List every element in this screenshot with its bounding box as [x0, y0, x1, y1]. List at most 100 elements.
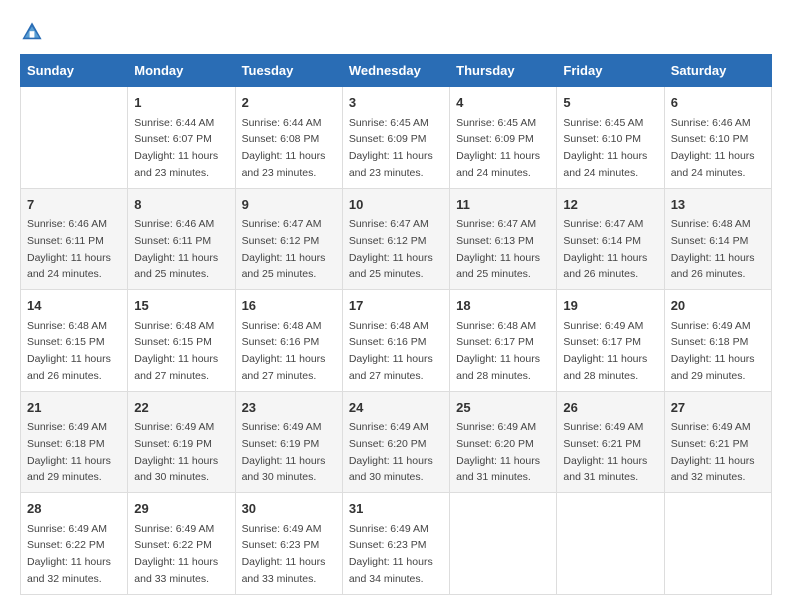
- day-number: 25: [456, 398, 550, 418]
- day-number: 1: [134, 93, 228, 113]
- day-info: Sunrise: 6:45 AM Sunset: 6:10 PM Dayligh…: [563, 117, 647, 179]
- calendar-cell: 18 Sunrise: 6:48 AM Sunset: 6:17 PM Dayli…: [450, 290, 557, 392]
- day-number: 18: [456, 296, 550, 316]
- day-info: Sunrise: 6:49 AM Sunset: 6:21 PM Dayligh…: [671, 421, 755, 483]
- day-number: 24: [349, 398, 443, 418]
- day-number: 10: [349, 195, 443, 215]
- day-info: Sunrise: 6:47 AM Sunset: 6:13 PM Dayligh…: [456, 218, 540, 280]
- week-row-2: 14 Sunrise: 6:48 AM Sunset: 6:15 PM Dayli…: [21, 290, 772, 392]
- day-info: Sunrise: 6:47 AM Sunset: 6:12 PM Dayligh…: [242, 218, 326, 280]
- logo-icon: [20, 20, 44, 44]
- calendar-cell: 1 Sunrise: 6:44 AM Sunset: 6:07 PM Daylig…: [128, 87, 235, 189]
- day-info: Sunrise: 6:49 AM Sunset: 6:18 PM Dayligh…: [27, 421, 111, 483]
- week-row-1: 7 Sunrise: 6:46 AM Sunset: 6:11 PM Daylig…: [21, 188, 772, 290]
- day-number: 14: [27, 296, 121, 316]
- calendar-cell: 12 Sunrise: 6:47 AM Sunset: 6:14 PM Dayli…: [557, 188, 664, 290]
- calendar-cell: 25 Sunrise: 6:49 AM Sunset: 6:20 PM Dayli…: [450, 391, 557, 493]
- header-cell-monday: Monday: [128, 55, 235, 87]
- day-number: 13: [671, 195, 765, 215]
- day-info: Sunrise: 6:46 AM Sunset: 6:11 PM Dayligh…: [134, 218, 218, 280]
- header-cell-thursday: Thursday: [450, 55, 557, 87]
- calendar-cell: 24 Sunrise: 6:49 AM Sunset: 6:20 PM Dayli…: [342, 391, 449, 493]
- day-info: Sunrise: 6:44 AM Sunset: 6:07 PM Dayligh…: [134, 117, 218, 179]
- day-number: 7: [27, 195, 121, 215]
- day-number: 9: [242, 195, 336, 215]
- day-info: Sunrise: 6:48 AM Sunset: 6:17 PM Dayligh…: [456, 320, 540, 382]
- calendar-cell: 16Sunrise: 6:48 AM Sunset: 6:16 PM Dayli…: [235, 290, 342, 392]
- week-row-3: 21 Sunrise: 6:49 AM Sunset: 6:18 PM Dayli…: [21, 391, 772, 493]
- calendar-cell: [664, 493, 771, 595]
- day-number: 22: [134, 398, 228, 418]
- day-number: 26: [563, 398, 657, 418]
- day-number: 30: [242, 499, 336, 519]
- header-row: SundayMondayTuesdayWednesdayThursdayFrid…: [21, 55, 772, 87]
- day-number: 29: [134, 499, 228, 519]
- calendar-cell: 17Sunrise: 6:48 AM Sunset: 6:16 PM Dayli…: [342, 290, 449, 392]
- day-info: Sunrise: 6:49 AM Sunset: 6:18 PM Dayligh…: [671, 320, 755, 382]
- calendar-cell: 20Sunrise: 6:49 AM Sunset: 6:18 PM Dayli…: [664, 290, 771, 392]
- week-row-0: 1 Sunrise: 6:44 AM Sunset: 6:07 PM Daylig…: [21, 87, 772, 189]
- calendar-cell: 5 Sunrise: 6:45 AM Sunset: 6:10 PM Daylig…: [557, 87, 664, 189]
- header-cell-sunday: Sunday: [21, 55, 128, 87]
- calendar-cell: [450, 493, 557, 595]
- day-number: 31: [349, 499, 443, 519]
- day-number: 5: [563, 93, 657, 113]
- calendar-cell: 29 Sunrise: 6:49 AM Sunset: 6:22 PM Dayli…: [128, 493, 235, 595]
- day-number: 12: [563, 195, 657, 215]
- day-info: Sunrise: 6:48 AM Sunset: 6:15 PM Dayligh…: [27, 320, 111, 382]
- day-info: Sunrise: 6:49 AM Sunset: 6:23 PM Dayligh…: [349, 523, 433, 585]
- calendar-cell: 9 Sunrise: 6:47 AM Sunset: 6:12 PM Daylig…: [235, 188, 342, 290]
- day-info: Sunrise: 6:44 AM Sunset: 6:08 PM Dayligh…: [242, 117, 326, 179]
- day-number: 28: [27, 499, 121, 519]
- calendar-table: SundayMondayTuesdayWednesdayThursdayFrid…: [20, 54, 772, 595]
- calendar-cell: 6Sunrise: 6:46 AM Sunset: 6:10 PM Daylig…: [664, 87, 771, 189]
- day-info: Sunrise: 6:45 AM Sunset: 6:09 PM Dayligh…: [349, 117, 433, 179]
- calendar-cell: 15Sunrise: 6:48 AM Sunset: 6:15 PM Dayli…: [128, 290, 235, 392]
- calendar-cell: 23 Sunrise: 6:49 AM Sunset: 6:19 PM Dayli…: [235, 391, 342, 493]
- day-info: Sunrise: 6:47 AM Sunset: 6:12 PM Dayligh…: [349, 218, 433, 280]
- calendar-cell: 21 Sunrise: 6:49 AM Sunset: 6:18 PM Dayli…: [21, 391, 128, 493]
- header-cell-saturday: Saturday: [664, 55, 771, 87]
- calendar-cell: 2 Sunrise: 6:44 AM Sunset: 6:08 PM Daylig…: [235, 87, 342, 189]
- calendar-cell: 19Sunrise: 6:49 AM Sunset: 6:17 PM Dayli…: [557, 290, 664, 392]
- calendar-cell: 13Sunrise: 6:48 AM Sunset: 6:14 PM Dayli…: [664, 188, 771, 290]
- calendar-cell: 8Sunrise: 6:46 AM Sunset: 6:11 PM Daylig…: [128, 188, 235, 290]
- header-cell-tuesday: Tuesday: [235, 55, 342, 87]
- day-number: 11: [456, 195, 550, 215]
- day-info: Sunrise: 6:49 AM Sunset: 6:19 PM Dayligh…: [242, 421, 326, 483]
- day-info: Sunrise: 6:49 AM Sunset: 6:17 PM Dayligh…: [563, 320, 647, 382]
- day-number: 16: [242, 296, 336, 316]
- day-info: Sunrise: 6:47 AM Sunset: 6:14 PM Dayligh…: [563, 218, 647, 280]
- day-number: 2: [242, 93, 336, 113]
- calendar-cell: 10 Sunrise: 6:47 AM Sunset: 6:12 PM Dayli…: [342, 188, 449, 290]
- calendar-cell: [557, 493, 664, 595]
- day-info: Sunrise: 6:49 AM Sunset: 6:23 PM Dayligh…: [242, 523, 326, 585]
- calendar-cell: 11 Sunrise: 6:47 AM Sunset: 6:13 PM Dayli…: [450, 188, 557, 290]
- day-number: 6: [671, 93, 765, 113]
- calendar-cell: 14 Sunrise: 6:48 AM Sunset: 6:15 PM Dayli…: [21, 290, 128, 392]
- calendar-cell: [21, 87, 128, 189]
- header-cell-wednesday: Wednesday: [342, 55, 449, 87]
- day-info: Sunrise: 6:49 AM Sunset: 6:21 PM Dayligh…: [563, 421, 647, 483]
- day-info: Sunrise: 6:48 AM Sunset: 6:15 PM Dayligh…: [134, 320, 218, 382]
- calendar-cell: 30 Sunrise: 6:49 AM Sunset: 6:23 PM Dayli…: [235, 493, 342, 595]
- header-cell-friday: Friday: [557, 55, 664, 87]
- day-number: 17: [349, 296, 443, 316]
- day-number: 27: [671, 398, 765, 418]
- day-info: Sunrise: 6:49 AM Sunset: 6:22 PM Dayligh…: [134, 523, 218, 585]
- calendar-cell: 27 Sunrise: 6:49 AM Sunset: 6:21 PM Dayli…: [664, 391, 771, 493]
- day-info: Sunrise: 6:46 AM Sunset: 6:11 PM Dayligh…: [27, 218, 111, 280]
- week-row-4: 28 Sunrise: 6:49 AM Sunset: 6:22 PM Dayli…: [21, 493, 772, 595]
- logo: [20, 20, 48, 44]
- day-number: 21: [27, 398, 121, 418]
- day-number: 23: [242, 398, 336, 418]
- day-info: Sunrise: 6:45 AM Sunset: 6:09 PM Dayligh…: [456, 117, 540, 179]
- header: [20, 20, 772, 44]
- day-info: Sunrise: 6:49 AM Sunset: 6:20 PM Dayligh…: [349, 421, 433, 483]
- day-info: Sunrise: 6:49 AM Sunset: 6:22 PM Dayligh…: [27, 523, 111, 585]
- calendar-cell: 4 Sunrise: 6:45 AM Sunset: 6:09 PM Daylig…: [450, 87, 557, 189]
- day-info: Sunrise: 6:49 AM Sunset: 6:20 PM Dayligh…: [456, 421, 540, 483]
- day-number: 4: [456, 93, 550, 113]
- calendar-cell: 31 Sunrise: 6:49 AM Sunset: 6:23 PM Dayli…: [342, 493, 449, 595]
- day-info: Sunrise: 6:49 AM Sunset: 6:19 PM Dayligh…: [134, 421, 218, 483]
